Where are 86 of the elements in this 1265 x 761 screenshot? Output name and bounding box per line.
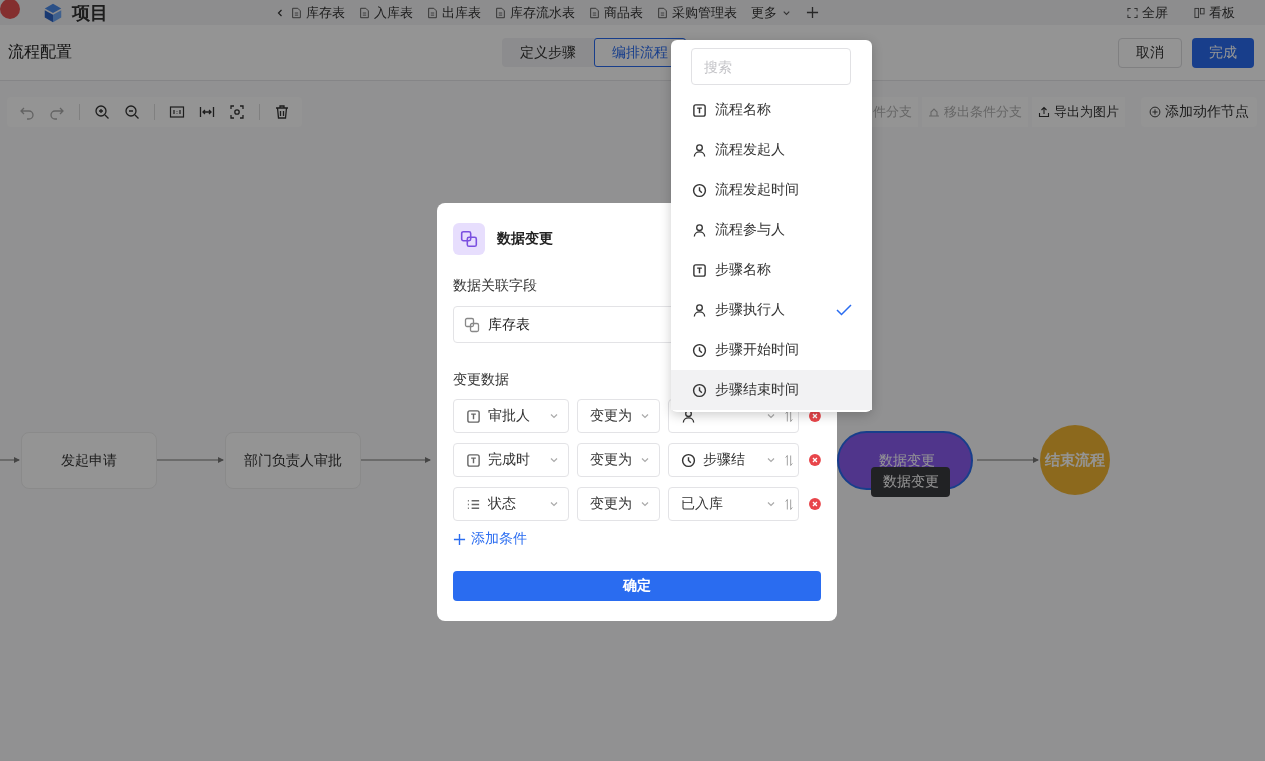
connector-arrow (156, 457, 224, 463)
back-chevron-icon[interactable] (275, 7, 285, 18)
add-icon[interactable] (806, 6, 819, 19)
field-select[interactable]: 完成时 (453, 443, 570, 477)
clock-icon (692, 342, 707, 358)
confirm-button[interactable]: 确定 (453, 571, 821, 601)
flow-node[interactable]: 发起申请 (21, 432, 157, 489)
menu-dot-icon[interactable] (0, 0, 20, 19)
field-select[interactable]: 状态 (453, 487, 570, 521)
text-type-icon (466, 452, 481, 468)
document-icon (589, 6, 600, 19)
fullscreen-icon (1127, 6, 1138, 19)
more-tab[interactable]: 更多 (745, 3, 798, 22)
menu-item[interactable]: 流程发起时间 (671, 170, 872, 210)
value-select[interactable]: 已入库 (668, 487, 800, 521)
add-circle-icon (1149, 106, 1161, 118)
document-icon (359, 6, 370, 19)
plus-icon (453, 532, 466, 546)
table-tab[interactable]: 出库表 (421, 3, 487, 22)
fullscreen-button[interactable]: 全屏 (1121, 3, 1174, 22)
menu-item[interactable]: 流程发起人 (671, 130, 872, 170)
zoom-in-icon[interactable] (94, 104, 110, 120)
field-label: 变更数据 (453, 371, 509, 389)
delete-icon[interactable] (274, 104, 290, 120)
field-select[interactable]: 审批人 (453, 399, 570, 433)
fit-view-icon[interactable] (229, 104, 245, 120)
clock-icon (692, 182, 707, 198)
select-value: 审批人 (488, 407, 531, 425)
select-value: 已入库 (681, 495, 724, 513)
document-icon (495, 6, 506, 19)
person-icon (692, 222, 707, 238)
board-button[interactable]: 看板 (1188, 3, 1241, 22)
table-tab[interactable]: 库存流水表 (489, 3, 581, 22)
node-tooltip: 数据变更 (871, 467, 950, 497)
person-icon (692, 302, 707, 318)
search-field[interactable]: 搜索 (691, 48, 851, 85)
cube-logo-icon (42, 1, 64, 24)
document-icon (657, 6, 668, 19)
operator-select[interactable]: 变更为 (577, 399, 661, 433)
document-icon (291, 6, 302, 19)
table-tab[interactable]: 采购管理表 (651, 3, 743, 22)
swap-icon[interactable] (784, 409, 795, 423)
text-type-icon (466, 408, 481, 424)
branch-icon (928, 106, 940, 118)
operator-select[interactable]: 变更为 (577, 487, 661, 521)
dialog-title: 数据变更 (497, 230, 553, 248)
data-change-icon (453, 223, 485, 255)
page-title: 流程配置 (8, 42, 72, 62)
select-value: 完成时 (488, 451, 531, 469)
data-change-icon (464, 316, 480, 333)
table-tab[interactable]: 入库表 (353, 3, 419, 22)
add-condition-link[interactable]: 添加条件 (453, 530, 527, 548)
value-select[interactable]: 步骤结 (668, 443, 800, 477)
person-icon (692, 142, 707, 158)
text-type-icon (692, 262, 707, 278)
field-label: 数据关联字段 (453, 277, 537, 295)
menu-item[interactable]: 步骤结束时间 (671, 370, 872, 410)
board-icon (1194, 6, 1205, 19)
zoom-out-icon[interactable] (124, 104, 140, 120)
step-tab[interactable]: 定义步骤 (502, 38, 594, 67)
flow-node[interactable]: 部门负责人审批 (225, 432, 361, 489)
select-value: 状态 (488, 495, 517, 513)
select-value: 步骤结 (703, 451, 746, 469)
operator-select[interactable]: 变更为 (577, 443, 661, 477)
select-value: 变更为 (590, 451, 633, 469)
menu-item[interactable]: 步骤名称 (671, 250, 872, 290)
connector-arrow (0, 457, 20, 463)
document-icon (427, 6, 438, 19)
export-icon (1038, 106, 1050, 118)
cancel-button[interactable]: 取消 (1118, 37, 1182, 68)
menu-item[interactable]: 流程参与人 (671, 210, 872, 250)
select-value: 变更为 (590, 407, 633, 425)
remove-icon[interactable] (809, 498, 821, 510)
select-value: 变更为 (590, 495, 633, 513)
text-type-icon (692, 102, 707, 118)
connector-arrow (360, 457, 431, 463)
table-tab[interactable]: 商品表 (583, 3, 649, 22)
table-tab[interactable]: 库存表 (285, 3, 351, 22)
actual-size-icon[interactable] (169, 104, 185, 120)
fit-width-icon[interactable] (199, 104, 215, 120)
clock-icon (681, 452, 697, 468)
connector-arrow (976, 457, 1039, 463)
remove-icon[interactable] (809, 454, 821, 466)
project-title: 项目 (72, 1, 108, 25)
clock-icon (692, 382, 707, 398)
done-button[interactable]: 完成 (1192, 37, 1254, 68)
